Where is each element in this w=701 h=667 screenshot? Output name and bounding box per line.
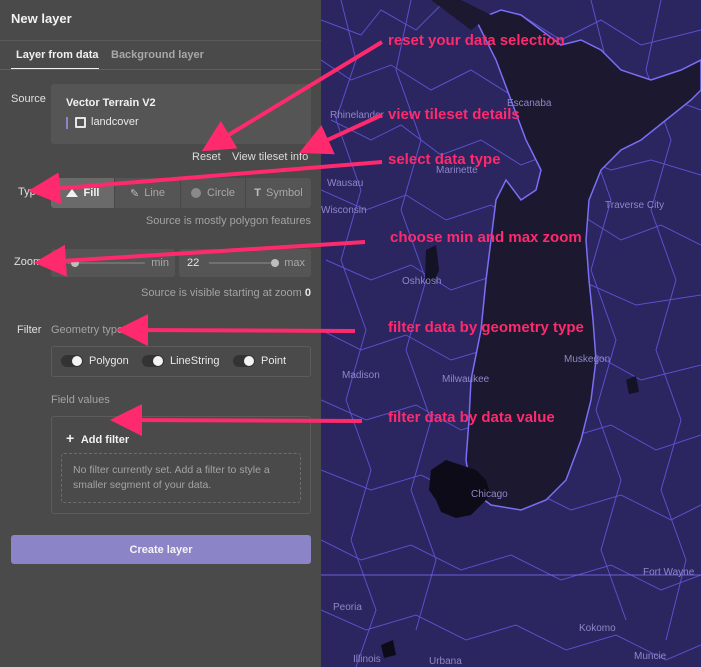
type-hint: Source is mostly polygon features bbox=[145, 215, 311, 227]
city-label: Madison bbox=[342, 370, 380, 381]
plus-icon: + bbox=[66, 430, 75, 446]
add-filter-label: Add filter bbox=[80, 434, 130, 446]
annotation-reset: reset your data selection bbox=[388, 32, 565, 49]
reset-button[interactable]: Reset bbox=[192, 151, 221, 163]
lake-michigan bbox=[465, 9, 701, 511]
zoom-hint: Source is visible starting at zoom 0 bbox=[100, 287, 311, 299]
city-label: Traverse City bbox=[605, 200, 665, 211]
divider bbox=[0, 69, 321, 70]
toggle-switch[interactable] bbox=[61, 355, 83, 367]
field-values-label: Field values bbox=[51, 394, 110, 406]
zoom-max-value: 22 bbox=[187, 257, 200, 269]
zoom-max-field[interactable]: 22 max bbox=[179, 249, 311, 277]
toggle-switch[interactable] bbox=[233, 355, 255, 367]
geometry-option-label: Polygon bbox=[89, 355, 129, 367]
type-option-circle[interactable]: Circle bbox=[181, 178, 246, 208]
city-label: Milwaukee bbox=[442, 374, 490, 385]
add-filter-button[interactable]: + Add filter bbox=[66, 430, 129, 446]
source-label: Source bbox=[11, 93, 46, 105]
zoom-max-track bbox=[209, 262, 279, 264]
type-option-label: Circle bbox=[206, 187, 236, 199]
annotation-geometry: filter data by geometry type bbox=[388, 319, 584, 336]
create-layer-button[interactable]: Create layer bbox=[11, 535, 311, 564]
geometry-option-label: LineString bbox=[170, 355, 220, 367]
new-layer-panel: New layer Layer from data Background lay… bbox=[0, 0, 321, 667]
type-label: Type bbox=[18, 186, 42, 198]
tab-background-layer[interactable]: Background layer bbox=[111, 49, 204, 61]
geometry-option-polygon[interactable]: Polygon bbox=[61, 355, 129, 367]
line-icon: ✎ bbox=[129, 187, 140, 200]
tileset-name: Vector Terrain V2 bbox=[66, 97, 156, 109]
geometry-option-label: Point bbox=[261, 355, 287, 367]
type-option-label: Line bbox=[144, 187, 165, 199]
zoom-label: Zoom bbox=[14, 256, 43, 268]
zoom-hint-text: Source is visible starting at zoom bbox=[141, 287, 302, 299]
layer-color-bar bbox=[66, 117, 68, 129]
geometry-option-point[interactable]: Point bbox=[233, 355, 286, 367]
filter-label: Filter bbox=[17, 324, 42, 336]
annotation-type: select data type bbox=[388, 151, 501, 168]
zoom-max-handle[interactable] bbox=[271, 259, 279, 267]
city-label: Muncie bbox=[634, 651, 667, 662]
layer-name: landcover bbox=[91, 116, 139, 128]
type-option-label: Fill bbox=[83, 187, 100, 199]
annotation-view-tileset: view tileset details bbox=[388, 106, 520, 123]
annotation-zoom: choose min and max zoom bbox=[390, 229, 582, 246]
city-label: Rhinelander bbox=[330, 110, 384, 121]
city-label: Urbana bbox=[429, 656, 462, 667]
city-label: Muskegon bbox=[564, 354, 611, 365]
city-label: Illinois bbox=[353, 654, 381, 665]
geometry-type-label: Geometry type bbox=[51, 324, 124, 336]
type-option-symbol[interactable]: T Symbol bbox=[246, 178, 311, 208]
view-tileset-info-button[interactable]: View tileset info bbox=[232, 151, 308, 163]
city-label: Wisconsin bbox=[321, 205, 367, 216]
zoom-min-handle[interactable] bbox=[71, 259, 79, 267]
tab-bar: Layer from data Background layer bbox=[0, 40, 321, 70]
empty-filter-text: No filter currently set. Add a filter to… bbox=[73, 464, 270, 491]
geometry-option-linestring[interactable]: LineString bbox=[142, 355, 220, 367]
symbol-icon: T bbox=[254, 187, 262, 199]
polygon-layer-icon bbox=[75, 117, 86, 128]
source-card[interactable]: Vector Terrain V2 landcover bbox=[51, 84, 311, 144]
zoom-hint-value: 0 bbox=[304, 287, 311, 299]
toggle-switch[interactable] bbox=[142, 355, 164, 367]
type-option-label: Symbol bbox=[266, 187, 303, 199]
zoom-max-label: max bbox=[284, 257, 305, 269]
zoom-min-label: min bbox=[151, 257, 169, 269]
city-label: Kokomo bbox=[579, 623, 616, 634]
annotation-field-values: filter data by data value bbox=[388, 409, 555, 426]
panel-title: New layer bbox=[11, 11, 72, 26]
fill-icon bbox=[65, 189, 78, 197]
circle-icon bbox=[190, 188, 201, 198]
type-option-fill[interactable]: Fill bbox=[51, 178, 115, 208]
city-label: Oshkosh bbox=[402, 276, 442, 287]
zoom-min-field[interactable]: min bbox=[51, 249, 175, 277]
tab-layer-from-data[interactable]: Layer from data bbox=[16, 49, 99, 61]
city-label: Chicago bbox=[471, 489, 508, 500]
city-label: Fort Wayne bbox=[643, 567, 695, 578]
city-label: Peoria bbox=[333, 602, 362, 613]
type-option-line[interactable]: ✎ Line bbox=[115, 178, 181, 208]
empty-filter-placeholder: No filter currently set. Add a filter to… bbox=[61, 453, 301, 503]
city-label: Wausau bbox=[327, 178, 364, 189]
